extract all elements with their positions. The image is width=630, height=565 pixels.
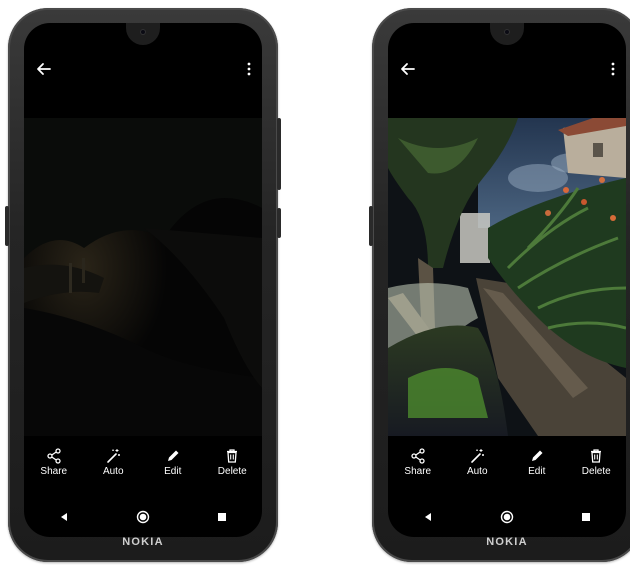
share-button[interactable]: Share <box>390 448 446 488</box>
square-recents-icon <box>582 513 591 521</box>
pencil-icon <box>531 450 543 461</box>
power-button <box>277 208 281 238</box>
photo-dark <box>24 118 262 436</box>
screen: Share Auto Edit Delete <box>388 23 626 537</box>
edit-button[interactable]: Edit <box>145 448 201 488</box>
arrow-left-icon[interactable] <box>398 59 418 79</box>
auto-label: Auto <box>466 466 488 477</box>
edit-label: Edit <box>528 466 546 477</box>
trash-icon <box>591 449 602 463</box>
triangle-back-icon <box>60 513 67 521</box>
delete-label: Delete <box>217 466 247 477</box>
share-icon <box>47 448 61 464</box>
screen: Share Auto Edit Delete <box>24 23 262 537</box>
arrow-left-icon[interactable] <box>34 59 54 79</box>
side-button <box>277 118 281 190</box>
trash-icon <box>227 449 238 463</box>
front-camera-icon <box>140 29 146 35</box>
delete-label: Delete <box>581 466 611 477</box>
phone-left: Share Auto Edit Delete NOKIA <box>5 8 281 562</box>
volume-button <box>369 206 373 246</box>
share-label: Share <box>404 466 432 477</box>
edit-button[interactable]: Edit <box>509 448 565 488</box>
action-bar: Share Auto Edit Delete <box>388 448 626 488</box>
circle-home-icon <box>136 510 150 524</box>
action-bar: Share Auto Edit Delete <box>24 448 262 488</box>
volume-button <box>5 206 9 246</box>
share-icon <box>411 448 425 464</box>
edit-label: Edit <box>164 466 182 477</box>
brand-logo: NOKIA <box>486 536 528 548</box>
app-bar <box>388 51 626 91</box>
app-bar <box>24 51 262 91</box>
nav-recents-button[interactable] <box>571 505 601 529</box>
triangle-back-icon <box>424 513 431 521</box>
share-label: Share <box>40 466 68 477</box>
more-vertical-icon[interactable] <box>246 61 252 77</box>
brand-logo: NOKIA <box>122 536 164 548</box>
system-nav-bar <box>388 503 626 531</box>
auto-label: Auto <box>102 466 124 477</box>
front-camera-icon <box>504 29 510 35</box>
camera-notch <box>126 23 160 45</box>
pencil-icon <box>167 450 179 461</box>
nav-home-button[interactable] <box>492 505 522 529</box>
nav-back-button[interactable] <box>49 505 79 529</box>
auto-button[interactable]: Auto <box>85 448 141 488</box>
delete-button[interactable]: Delete <box>204 448 260 488</box>
photo-night-mode <box>388 118 626 436</box>
nav-back-button[interactable] <box>413 505 443 529</box>
phone-right: Share Auto Edit Delete NOKIA <box>369 8 630 562</box>
camera-notch <box>490 23 524 45</box>
magic-wand-icon <box>107 449 121 463</box>
system-nav-bar <box>24 503 262 531</box>
more-vertical-icon[interactable] <box>610 61 616 77</box>
share-button[interactable]: Share <box>26 448 82 488</box>
square-recents-icon <box>218 513 227 521</box>
nav-home-button[interactable] <box>128 505 158 529</box>
magic-wand-icon <box>471 449 485 463</box>
circle-home-icon <box>500 510 514 524</box>
delete-button[interactable]: Delete <box>568 448 624 488</box>
nav-recents-button[interactable] <box>207 505 237 529</box>
auto-button[interactable]: Auto <box>449 448 505 488</box>
